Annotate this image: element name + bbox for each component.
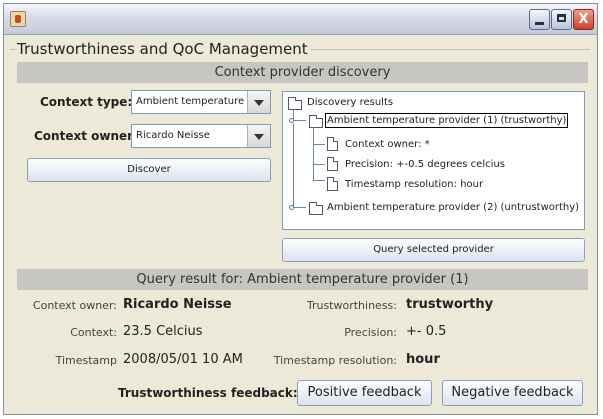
tree-leaf-context-owner-label: Context owner: * [345,139,430,150]
result-precision-label: Precision: [344,326,397,339]
negative-feedback-button[interactable]: Negative feedback [442,380,583,406]
tree-leaf-precision-label: Precision: +-0.5 degrees celcius [345,159,505,170]
chevron-down-icon[interactable] [247,125,270,147]
result-trustworthiness-value: trustworthy [406,297,494,312]
tree-line [313,144,325,145]
title-bar[interactable]: X [4,4,597,35]
query-selected-provider-button[interactable]: Query selected provider [282,238,585,262]
close-button[interactable]: X [573,9,594,30]
tree-leaf-timestamp-resolution-label: Timestamp resolution: hour [345,179,484,190]
maximize-icon [557,14,566,22]
context-owner-value: Ricardo Neisse [136,130,210,141]
group-title: Trustworthiness and QoC Management [17,40,311,58]
tree-line [293,123,294,207]
discover-button[interactable]: Discover [27,158,271,182]
positive-feedback-button[interactable]: Positive feedback [297,380,432,406]
java-app-icon [10,11,26,27]
document-icon [327,177,338,191]
tree-line [313,180,325,181]
trustworthiness-feedback-label: Trustworthiness feedback: [118,386,298,400]
discovery-header: Context provider discovery [17,62,588,83]
tree-line [313,164,325,165]
tree-line [294,207,306,208]
tree-line [313,127,314,180]
result-precision-value: +- 0.5 [406,324,447,339]
folder-icon [288,97,302,110]
result-timestamp-label: Timestamp [55,354,117,367]
discovery-results-tree[interactable]: Discovery results Ambient temperature pr… [282,91,585,230]
maximize-button[interactable] [551,9,572,30]
context-owner-label: Context owner: [34,129,138,143]
tree-root-label: Discovery results [307,97,394,108]
context-owner-select[interactable]: Ricardo Neisse [131,124,271,148]
result-timestamp-value: 2008/05/01 10 AM [123,352,243,367]
result-context-owner-label: Context owner: [32,299,117,312]
query-result-header: Query result for: Ambient temperature pr… [17,269,588,290]
result-timestamp-resolution-value: hour [406,352,440,367]
folder-icon [309,115,323,128]
tree-node-provider2-label: Ambient temperature provider (2) (untrus… [327,202,580,213]
minimize-icon [535,22,544,25]
result-timestamp-resolution-label: Timestamp resolution: [273,354,397,367]
document-icon [327,157,338,171]
close-icon: X [578,12,589,27]
context-type-select[interactable]: Ambient temperature [131,90,271,114]
minimize-button[interactable] [529,9,550,30]
result-trustworthiness-label: Trustworthiness: [306,299,397,312]
chevron-down-icon[interactable] [247,91,270,113]
context-type-label: Context type: [40,95,133,109]
tree-line [294,120,306,121]
document-icon [327,137,338,151]
result-context-owner-value: Ricardo Neisse [123,297,232,312]
tree-node-provider1-label: Ambient temperature provider (1) (trustw… [324,113,569,128]
folder-icon [309,202,323,215]
app-window: X Trustworthiness and QoC Management Con… [3,3,598,415]
result-context-label: Context: [70,326,117,339]
result-context-value: 23.5 Celcius [123,324,203,339]
context-type-value: Ambient temperature [136,96,245,107]
